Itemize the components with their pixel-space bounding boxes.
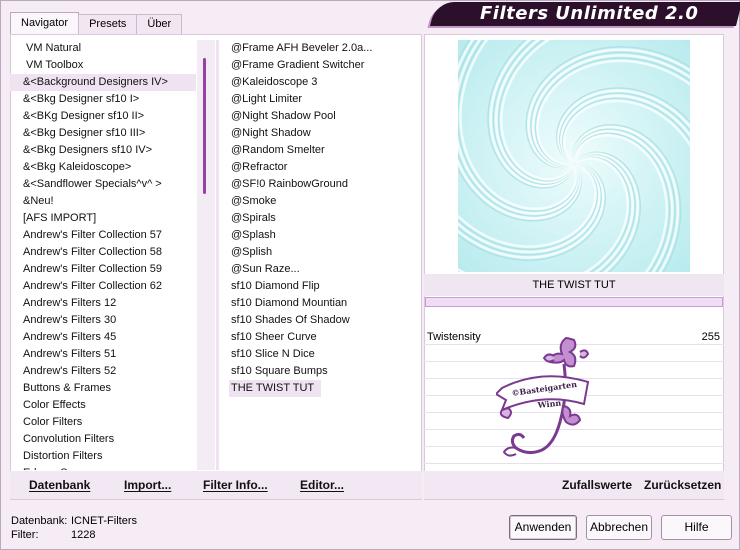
category-item[interactable]: Distortion Filters [10,448,196,465]
category-item[interactable]: Andrew's Filter Collection 59 [10,261,196,278]
category-item[interactable]: [AFS IMPORT] [10,210,196,227]
category-item[interactable]: Andrew's Filters 51 [10,346,196,363]
twist-preview-graphic [458,40,690,272]
category-list[interactable]: VM Natural VM Toolbox &<Background Designe… [10,40,196,470]
tab-presets[interactable]: Presets [78,14,138,34]
filter-item[interactable]: @Frame Gradient Switcher [219,57,419,74]
category-item[interactable]: Buttons & Frames [10,380,196,397]
category-item[interactable]: Convolution Filters [10,431,196,448]
status-area: Datenbank: ICNET-Filters Filter: 1228 [11,514,137,542]
status-filter-count: 1228 [71,529,96,541]
filter-item[interactable]: @Smoke [219,193,419,210]
filter-item[interactable]: sf10 Square Bumps [219,363,419,380]
category-item[interactable]: Andrew's Filters 12 [10,295,196,312]
category-item[interactable]: Andrew's Filter Collection 58 [10,244,196,261]
filter-item[interactable]: @Random Smelter [219,142,419,159]
editor-button[interactable]: Editor... [300,478,344,492]
filter-item[interactable]: @Splish [219,244,419,261]
filter-info-button[interactable]: Filter Info... [203,478,268,492]
category-item[interactable]: Andrew's Filter Collection 62 [10,278,196,295]
import-button[interactable]: Import... [124,478,171,492]
tab-about[interactable]: Über [136,14,183,34]
watermark-stamp: ©Basteigarten Winn [494,330,596,462]
filter-item[interactable]: @Frame AFH Beveler 2.0a... [219,40,419,57]
category-item[interactable]: Edges, Square [10,465,196,470]
window-title: Filters Unlimited 2.0 [480,3,699,24]
category-item[interactable]: &<Bkg Designers sf10 IV> [10,142,196,159]
status-database-value: ICNET-Filters [71,515,137,527]
category-item[interactable]: Color Effects [10,397,196,414]
category-item[interactable]: Andrew's Filters 30 [10,312,196,329]
filter-item[interactable]: @Spirals [219,210,419,227]
selected-filter-name: THE TWIST TUT [424,274,724,296]
category-item[interactable]: &<Sandflower Specials^v^ > [10,176,196,193]
category-item[interactable]: Andrew's Filter Collection 57 [10,227,196,244]
filter-item[interactable]: @Splash [219,227,419,244]
category-item[interactable]: Andrew's Filters 52 [10,363,196,380]
category-item[interactable]: &<BKg Designer sf10 II> [10,108,196,125]
filter-item[interactable]: THE TWIST TUT [229,380,321,397]
category-item[interactable]: &<Bkg Designer sf10 III> [10,125,196,142]
category-item[interactable]: &<Bkg Kaleidoscope> [10,159,196,176]
category-item[interactable]: VM Natural [10,40,196,57]
cancel-button[interactable]: Abbrechen [586,515,652,540]
status-filter-label: Filter: [11,529,39,541]
filter-item[interactable]: @Sun Raze... [219,261,419,278]
filter-item[interactable]: sf10 Slice N Dice [219,346,419,363]
tab-navigator[interactable]: Navigator [10,12,80,34]
status-database-label: Datenbank: [11,515,68,527]
category-item[interactable]: &<Bkg Designer sf10 I> [10,91,196,108]
filter-item[interactable]: sf10 Diamond Flip [219,278,419,295]
filter-item[interactable]: sf10 Diamond Mountian [219,295,419,312]
render-progress-bar [425,297,723,307]
help-button[interactable]: Hilfe [661,515,732,540]
randomize-button[interactable]: Zufallswerte [562,478,632,492]
filter-item[interactable]: sf10 Shades Of Shadow [219,312,419,329]
param-value[interactable]: 255 [702,331,720,343]
database-button[interactable]: Datenbank [29,478,90,492]
filter-item[interactable]: sf10 Sheer Curve [219,329,419,346]
category-item[interactable]: &Neu! [10,193,196,210]
category-scrollbar-thumb[interactable] [203,58,206,194]
filter-item[interactable]: @Night Shadow [219,125,419,142]
apply-button[interactable]: Anwenden [509,515,577,540]
filter-list[interactable]: @Frame AFH Beveler 2.0a... @Frame Gradien… [219,40,419,470]
category-item[interactable]: Andrew's Filters 45 [10,329,196,346]
watermark-graphic: ©Basteigarten Winn [494,336,590,457]
category-item[interactable]: &<Background Designers IV> [10,74,196,91]
category-scrollbar[interactable] [197,40,215,470]
filter-preview-image [458,40,690,272]
filter-item[interactable]: @Refractor [219,159,419,176]
reset-button[interactable]: Zurücksetzen [644,478,721,492]
category-item[interactable]: VM Toolbox [10,57,196,74]
watermark-text-line2: Winn [536,398,562,411]
category-item[interactable]: Color Filters [10,414,196,431]
filter-item[interactable]: @SF!0 RainbowGround [219,176,419,193]
param-label: Twistensity [427,331,481,343]
tab-bar: Navigator Presets Über [10,12,183,34]
filter-item[interactable]: @Light Limiter [219,91,419,108]
filter-item[interactable]: @Kaleidoscope 3 [219,74,419,91]
filter-item[interactable]: @Night Shadow Pool [219,108,419,125]
